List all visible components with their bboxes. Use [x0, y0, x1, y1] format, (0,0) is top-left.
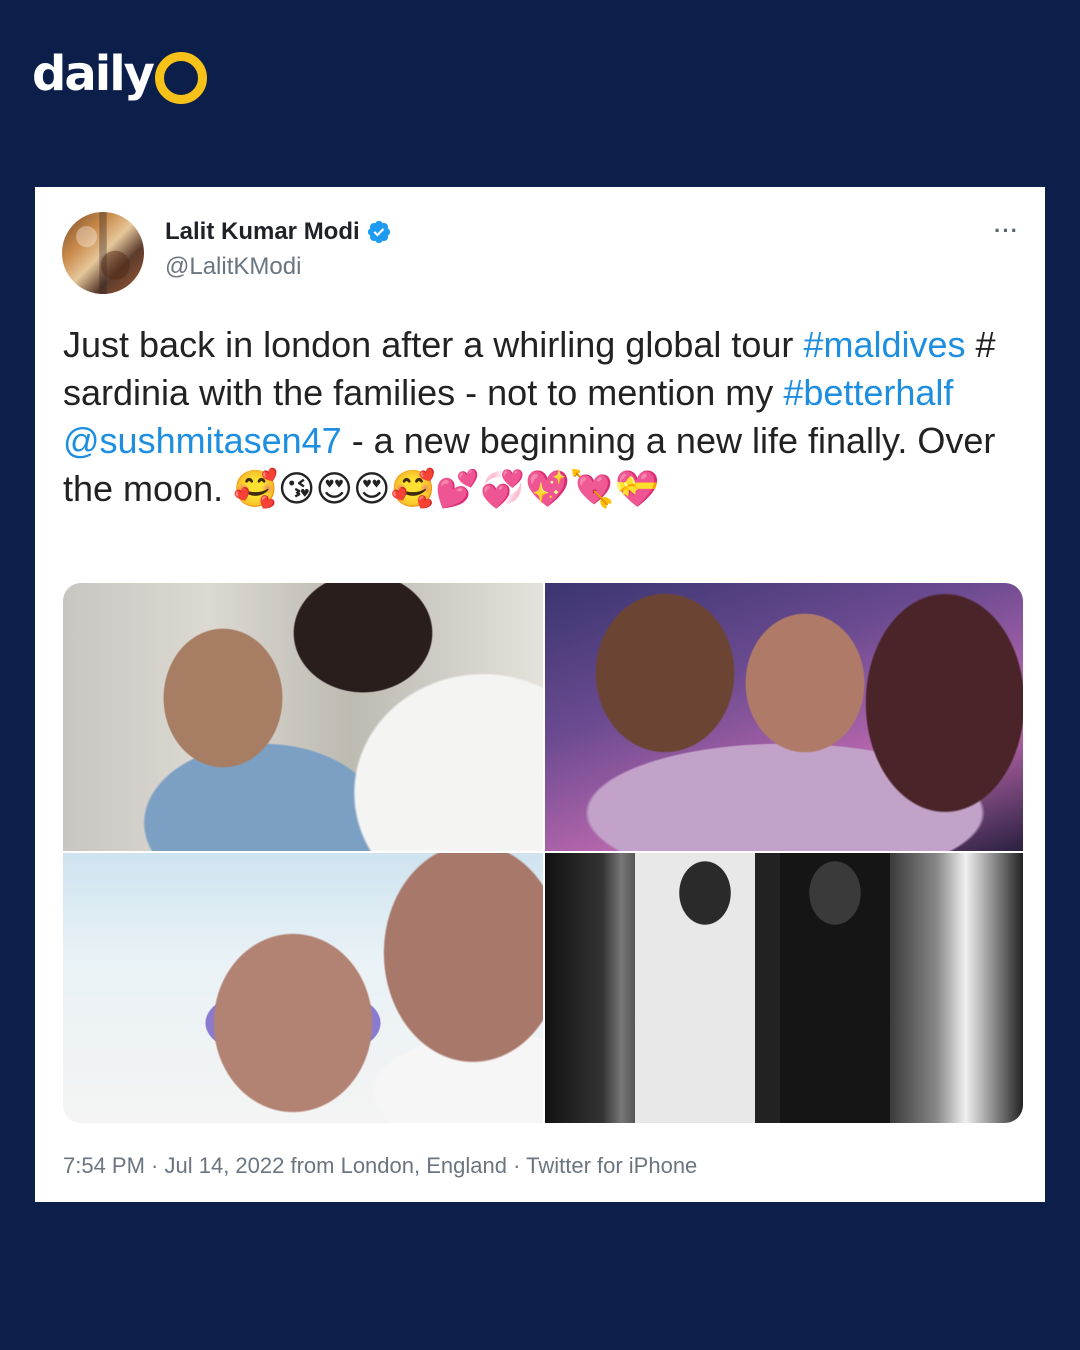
author-handle[interactable]: @LalitKModi — [165, 253, 301, 281]
author-row: Lalit Kumar Modi — [165, 218, 392, 246]
verified-badge-icon — [366, 219, 392, 245]
hashtag-maldives-link[interactable]: #maldives — [803, 324, 965, 365]
photo-4[interactable] — [545, 853, 1023, 1123]
author-name[interactable]: Lalit Kumar Modi — [165, 218, 360, 246]
tweet-text: Just back in london after a whirling glo… — [63, 321, 1023, 514]
tweet-timestamp[interactable]: 7:54 PM · Jul 14, 2022 from London, Engl… — [63, 1153, 697, 1179]
media-grid — [63, 583, 1023, 1123]
avatar[interactable] — [62, 212, 144, 294]
hashtag-betterhalf-link[interactable]: #betterhalf — [783, 372, 953, 413]
more-options-icon[interactable]: ··· — [994, 218, 1019, 244]
logo-o-mark — [154, 52, 207, 104]
emoji-sequence: 🥰😘😍😍🥰💕💞💖💘💝 — [233, 469, 660, 510]
tweet-text-part: Just back in london after a whirling glo… — [63, 324, 804, 365]
logo-wordmark: daily — [32, 46, 155, 102]
photo-3[interactable] — [63, 853, 543, 1123]
photo-2[interactable] — [545, 583, 1023, 851]
mention-sushmitasen47-link[interactable]: @sushmitasen47 — [63, 420, 342, 461]
dailyo-logo: daily — [32, 46, 207, 104]
photo-1[interactable] — [63, 583, 543, 851]
